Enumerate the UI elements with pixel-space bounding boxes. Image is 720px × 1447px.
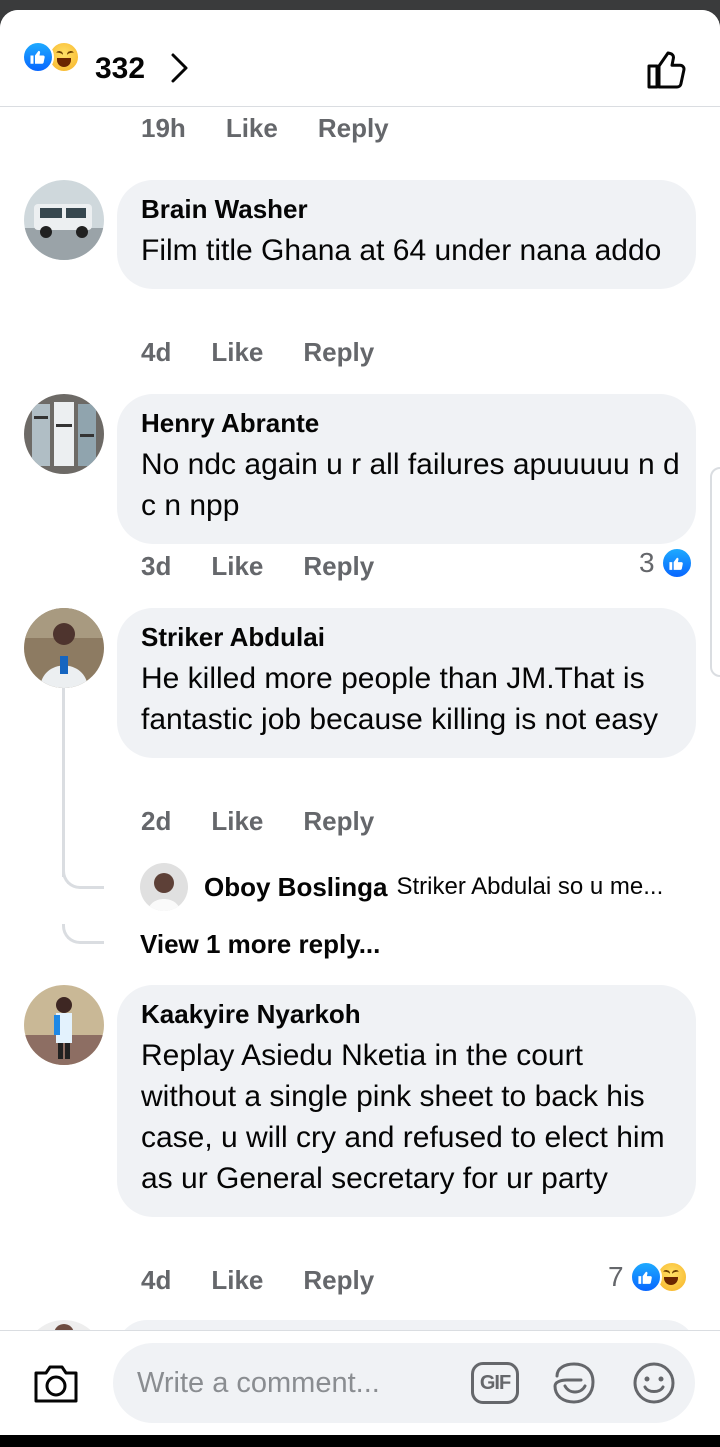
view-more-replies-link[interactable]: View 1 more reply...	[140, 929, 380, 960]
comment-text: He killed more people than JM.That is fa…	[141, 662, 658, 736]
comment-time: 3d	[141, 551, 172, 581]
avatar[interactable]	[24, 1320, 104, 1330]
emoji-icon[interactable]	[631, 1360, 677, 1406]
reply-link[interactable]: Reply	[303, 551, 374, 582]
reaction-count[interactable]: 332	[95, 52, 145, 86]
reply-preview[interactable]: Oboy Boslinga Striker Abdulai so u me...	[140, 863, 690, 911]
like-outline-icon[interactable]	[646, 48, 690, 90]
like-icon	[629, 1261, 662, 1293]
thread-connector	[62, 924, 104, 944]
comment-bubble[interactable]	[117, 1320, 696, 1330]
comment-bubble[interactable]: Brain Washer Film title Ghana at 64 unde…	[117, 180, 696, 289]
comment-actions: 2d Like Reply	[141, 806, 414, 837]
comment-author[interactable]: Henry Abrante	[141, 408, 672, 438]
comment-input[interactable]	[137, 1361, 467, 1405]
comment-bubble[interactable]: Kaakyire Nyarkoh Replay Asiedu Nketia in…	[117, 985, 696, 1217]
thread-connector	[62, 869, 104, 889]
thread-line	[62, 687, 65, 877]
like-link[interactable]: Like	[211, 1265, 263, 1296]
comment-text: No ndc again u r all failures apuuuuu n …	[141, 448, 680, 522]
like-link[interactable]: Like	[211, 337, 263, 368]
avatar[interactable]	[24, 180, 104, 260]
reply-link[interactable]: Reply	[303, 1265, 374, 1296]
comment-actions: 4d Like Reply	[141, 337, 414, 368]
comment-input-wrapper: GIF	[113, 1343, 695, 1423]
gif-button[interactable]: GIF	[471, 1362, 519, 1404]
comment-text: Replay Asiedu Nketia in the court withou…	[141, 1039, 665, 1195]
like-icon	[660, 547, 693, 579]
like-link[interactable]: Like	[211, 806, 263, 837]
comment-time: 4d	[141, 1265, 172, 1295]
reactions-header: 332	[0, 10, 720, 107]
sticker-icon[interactable]	[551, 1360, 597, 1406]
comment-actions: 19h Like Reply	[141, 113, 429, 144]
comment-time: 4d	[141, 337, 172, 367]
comment-author[interactable]: Kaakyire Nyarkoh	[141, 999, 672, 1029]
like-link[interactable]: Like	[211, 551, 263, 582]
comment-actions: 4d Like Reply	[141, 1265, 414, 1296]
comment-actions: 3d Like Reply	[141, 551, 414, 582]
avatar[interactable]	[24, 985, 104, 1065]
avatar[interactable]	[24, 608, 104, 688]
comment-author[interactable]: Striker Abdulai	[141, 622, 672, 652]
comment-bubble[interactable]: Henry Abrante No ndc again u r all failu…	[117, 394, 696, 544]
comment-composer: GIF	[0, 1330, 720, 1435]
reply-text: Striker Abdulai so u me...	[396, 873, 664, 900]
scroll-handle[interactable]	[710, 467, 720, 677]
reply-author[interactable]: Oboy Boslinga	[204, 872, 387, 903]
comment-text: Film title Ghana at 64 under nana addo	[141, 234, 662, 267]
comments-sheet: 332 19h Like Reply Brain Washer Film tit…	[0, 10, 720, 1435]
camera-icon[interactable]	[32, 1361, 80, 1405]
reaction-count: 7	[608, 1261, 624, 1292]
comment-reactions[interactable]: 7	[608, 1261, 688, 1293]
comment-time: 2d	[141, 806, 172, 836]
comment-time: 19h	[141, 113, 186, 143]
reaction-summary[interactable]	[22, 41, 80, 73]
reply-link[interactable]: Reply	[318, 113, 389, 144]
comment-reactions[interactable]: 3	[639, 547, 693, 579]
like-reaction-icon	[22, 41, 54, 73]
comment-author[interactable]: Brain Washer	[141, 194, 672, 224]
system-nav-bar	[0, 1435, 720, 1447]
avatar[interactable]	[140, 863, 188, 911]
comment-list[interactable]: 19h Like Reply Brain Washer Film title G…	[0, 107, 720, 1330]
comment-bubble[interactable]: Striker Abdulai He killed more people th…	[117, 608, 696, 758]
reaction-count: 3	[639, 547, 655, 578]
reply-link[interactable]: Reply	[303, 806, 374, 837]
reply-link[interactable]: Reply	[303, 337, 374, 368]
chevron-right-icon[interactable]	[170, 52, 190, 84]
avatar[interactable]	[24, 394, 104, 474]
like-link[interactable]: Like	[226, 113, 278, 144]
